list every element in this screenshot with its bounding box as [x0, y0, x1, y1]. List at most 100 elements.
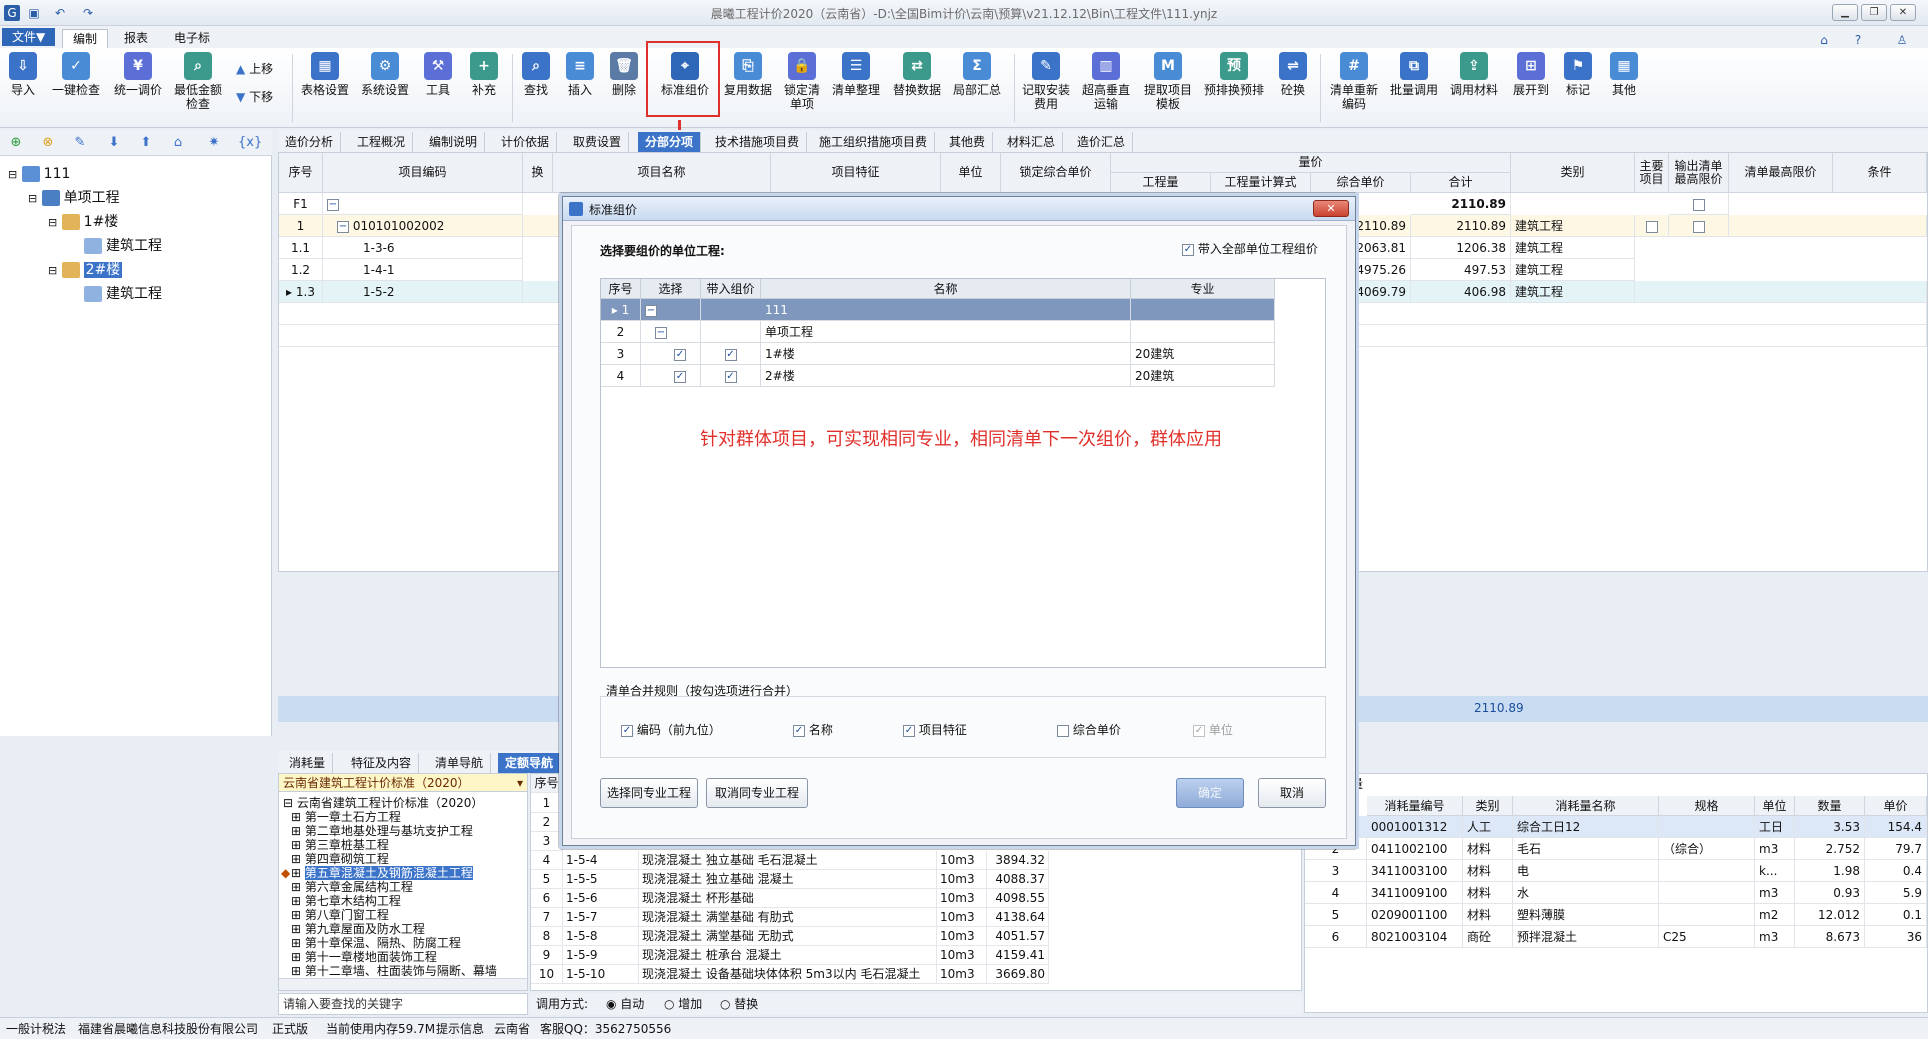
expand-to-button[interactable]: ⊞ 展开到: [1508, 52, 1554, 97]
re-encode-button[interactable]: # 清单重新编码: [1326, 52, 1382, 111]
res-price[interactable]: 154.4: [1865, 816, 1927, 838]
partial-summary-button[interactable]: Σ 局部汇总: [950, 52, 1004, 97]
chapter-item[interactable]: ⊞ 第九章屋面及防水工程: [291, 922, 425, 936]
install-fee-button[interactable]: ✎ 记取安装费用: [1020, 52, 1072, 111]
res-qty[interactable]: 8.673: [1795, 926, 1865, 948]
quota-name[interactable]: 现浇混凝土 满堂基础 有肋式: [639, 908, 937, 927]
tree-node-building1[interactable]: ⊟ 1#楼: [48, 212, 118, 232]
help-icon[interactable]: ?: [1850, 32, 1866, 48]
dlg-collapse[interactable]: −: [641, 299, 701, 321]
quota-row[interactable]: 10: [531, 965, 563, 984]
mode-add-radio[interactable]: ○ 增加: [664, 993, 702, 1015]
res-qty[interactable]: 12.012: [1795, 904, 1865, 926]
table-row[interactable]: 4: [1305, 882, 1367, 904]
quota-name[interactable]: 现浇混凝土 桩承台 混凝土: [639, 946, 937, 965]
quota-code[interactable]: 1-5-5: [563, 870, 639, 889]
chapter-item[interactable]: ⊞ 第十二章墙、柱面装饰与隔断、幕墙: [291, 964, 497, 978]
table-row[interactable]: 1.1: [279, 237, 323, 259]
chapter-item[interactable]: ⊞ 第六章金属结构工程: [291, 880, 413, 894]
res-qty[interactable]: 0.93: [1795, 882, 1865, 904]
table-row[interactable]: 2: [601, 321, 641, 343]
tree-toggle[interactable]: −: [323, 193, 523, 215]
chapter-item[interactable]: ⊞ 第八章门窗工程: [291, 908, 389, 922]
res-price[interactable]: 0.1: [1865, 904, 1927, 926]
res-qty[interactable]: 3.53: [1795, 816, 1865, 838]
find-button[interactable]: ⌕ 查找: [518, 52, 554, 97]
output-checkbox[interactable]: [1669, 215, 1729, 237]
res-price[interactable]: 0.4: [1865, 860, 1927, 882]
res-code[interactable]: 3411003100: [1367, 860, 1463, 882]
chapter-item[interactable]: ⊞ 第三章桩基工程: [291, 838, 389, 852]
list-organize-button[interactable]: ☰ 清单整理: [830, 52, 882, 97]
restore-icon[interactable]: ❐: [1861, 4, 1887, 21]
table-row[interactable]: 1.2: [279, 259, 323, 281]
mode-auto-radio[interactable]: ◉ 自动: [606, 993, 644, 1015]
reuse-data-button[interactable]: ⎘ 复用数据: [722, 52, 774, 97]
bring-checkbox[interactable]: ✓: [701, 343, 761, 365]
tools-button[interactable]: ⚒ 工具: [420, 52, 456, 97]
tab-material-summary[interactable]: 材料汇总: [1000, 132, 1064, 152]
quota-row[interactable]: 9: [531, 946, 563, 965]
select-checkbox[interactable]: ✓: [641, 365, 701, 387]
tab-feature-content[interactable]: 特征及内容: [344, 753, 420, 773]
select-checkbox[interactable]: ✓: [641, 343, 701, 365]
chapter-item[interactable]: ⊞ 第十章保温、隔热、防腐工程: [291, 936, 461, 950]
quota-name[interactable]: 现浇混凝土 满堂基础 无肋式: [639, 927, 937, 946]
tab-list-nav[interactable]: 清单导航: [428, 753, 492, 773]
quota-row[interactable]: 5: [531, 870, 563, 889]
tab-org-measures[interactable]: 施工组织措施项目费: [812, 132, 936, 152]
mark-button[interactable]: ⚑ 标记: [1560, 52, 1596, 97]
tab-notes[interactable]: 编制说明: [422, 132, 486, 152]
call-material-button[interactable]: ⇪ 调用材料: [1448, 52, 1500, 97]
quota-code[interactable]: 1-5-4: [563, 851, 639, 870]
move-down-icon[interactable]: ⬇: [106, 135, 122, 151]
one-click-check-button[interactable]: ✓ 一键检查: [48, 52, 104, 97]
main-checkbox[interactable]: [1635, 215, 1669, 237]
tree-home-icon[interactable]: ⌂: [170, 135, 186, 151]
quota-row[interactable]: 6: [531, 889, 563, 908]
move-up-icon[interactable]: ⬆: [138, 135, 154, 151]
formula-icon[interactable]: {x}: [238, 135, 262, 151]
row-code[interactable]: 1-4-1: [323, 259, 523, 281]
high-transport-button[interactable]: ▥ 超高垂直运输: [1080, 52, 1132, 111]
res-qty[interactable]: 1.98: [1795, 860, 1865, 882]
chapter-item-selected[interactable]: ◆ ⊞ 第五章混凝土及钢筋混凝土工程: [281, 866, 473, 880]
batch-call-button[interactable]: ⧉ 批量调用: [1388, 52, 1440, 97]
library-select[interactable]: 云南省建筑工程计价标准（2020） ▾: [279, 774, 527, 792]
mode-replace-radio[interactable]: ○ 替换: [720, 993, 758, 1015]
tab-fee-settings[interactable]: 取费设置: [566, 132, 630, 152]
pre-arrange-button[interactable]: 预预排换预排: [1202, 52, 1266, 97]
output-checkbox[interactable]: [1669, 193, 1729, 215]
tab-tech-measures[interactable]: 技术措施项目费: [708, 132, 808, 152]
table-row[interactable]: F1: [279, 193, 323, 215]
chapter-item[interactable]: ⊞ 第七章木结构工程: [291, 894, 401, 908]
supplement-button[interactable]: + 补充: [466, 52, 502, 97]
res-code[interactable]: 8021003104: [1367, 926, 1463, 948]
status-hint[interactable]: 提示信息: [436, 1018, 484, 1039]
tab-etender[interactable]: 电子标: [164, 29, 220, 48]
chapter-item[interactable]: ⊞ 第四章砌筑工程: [291, 852, 389, 866]
res-price[interactable]: 5.9: [1865, 882, 1927, 904]
move-up-button[interactable]: ▲ 上移: [236, 62, 284, 76]
system-settings-button[interactable]: ⚙ 系统设置: [358, 52, 412, 97]
bring-all-checkbox[interactable]: ✓ 带入全部单位工程组价: [1182, 240, 1318, 257]
move-down-button[interactable]: ▼ 下移: [236, 90, 284, 104]
tree-node-b2-construction[interactable]: 建筑工程: [84, 284, 162, 304]
delete-button[interactable]: 🗑 删除: [606, 52, 642, 97]
table-row[interactable]: 4: [601, 365, 641, 387]
table-settings-button[interactable]: ▦ 表格设置: [298, 52, 352, 97]
merge-uprice-checkbox[interactable]: 综合单价: [1057, 721, 1121, 738]
tab-quota-nav[interactable]: 定额导航: [498, 753, 562, 773]
import-button[interactable]: ⇩ 导入: [6, 52, 40, 97]
merge-feature-checkbox[interactable]: ✓ 项目特征: [903, 721, 967, 738]
tab-other-fee[interactable]: 其他费: [942, 132, 994, 152]
unify-price-button[interactable]: ¥ 统一调价: [110, 52, 166, 97]
concrete-swap-button[interactable]: ⇌ 砼换: [1274, 52, 1312, 97]
file-menu[interactable]: 文件▼: [2, 28, 56, 46]
quota-row[interactable]: 7: [531, 908, 563, 927]
library-search-input[interactable]: 请输入要查找的关键字: [278, 993, 528, 1015]
insert-button[interactable]: ≡ 插入: [562, 52, 598, 97]
res-price[interactable]: 36: [1865, 926, 1927, 948]
home-icon[interactable]: ⌂: [1816, 32, 1832, 48]
quota-row[interactable]: 8: [531, 927, 563, 946]
